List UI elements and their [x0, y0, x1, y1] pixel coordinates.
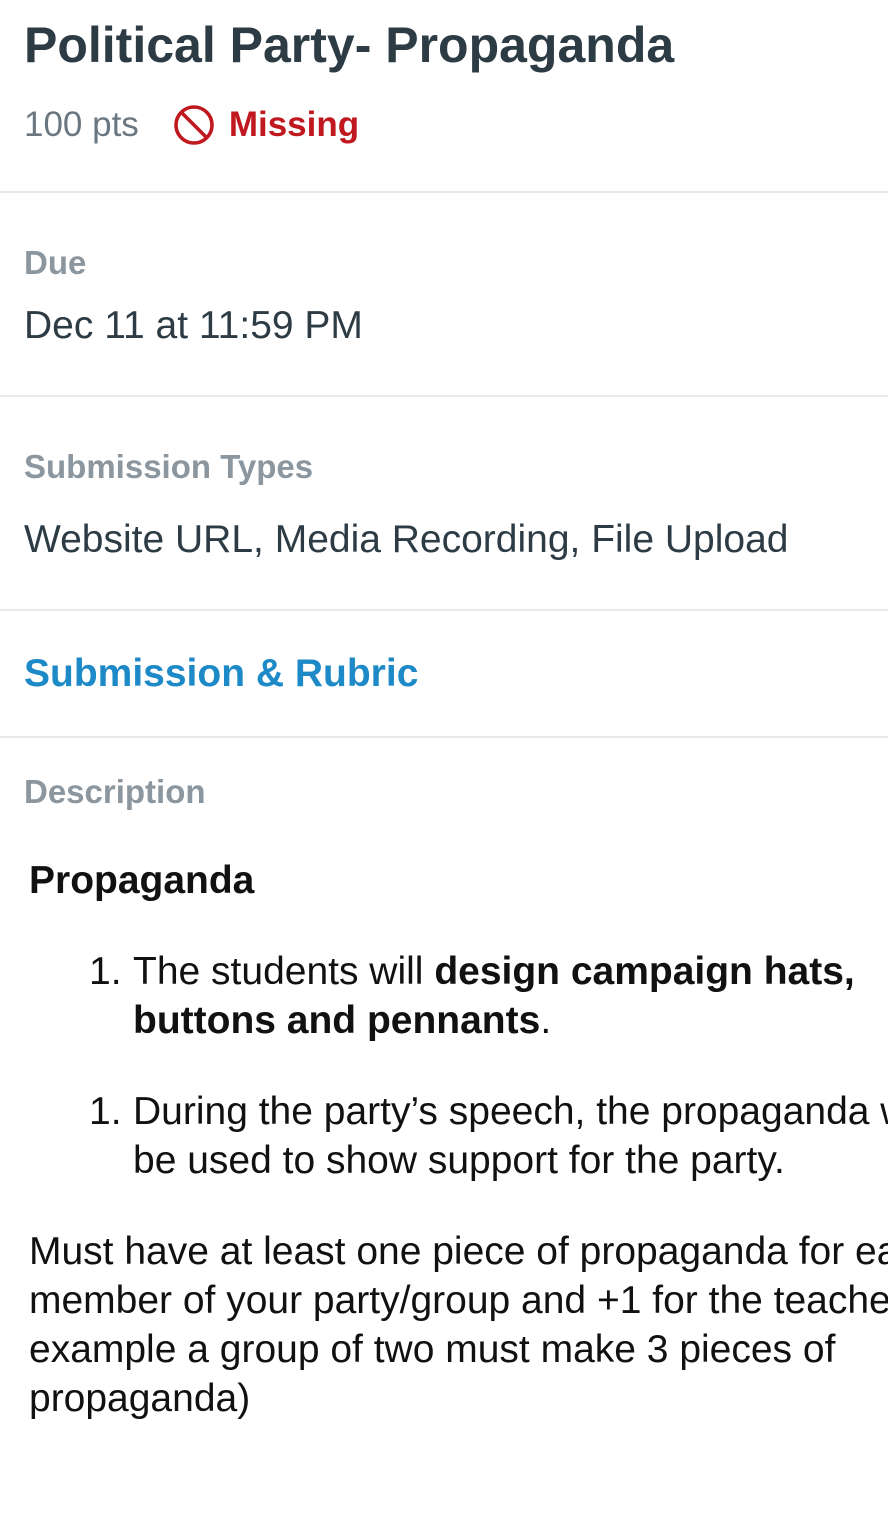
submission-types-value: Website URL, Media Recording, File Uploa… — [24, 518, 789, 561]
no-entry-icon — [174, 105, 214, 145]
description-paragraph: Must have at least one piece of propagan… — [29, 1230, 888, 1420]
assignment-header: Political Party- Propaganda 100 pts Miss… — [24, 14, 888, 145]
description-heading: Propaganda — [29, 859, 255, 902]
submission-types-label: Submission Types — [24, 448, 314, 485]
status-badge: Missing — [173, 104, 359, 146]
divider — [0, 191, 888, 193]
submission-rubric-link[interactable]: Submission & Rubric — [24, 652, 418, 696]
status-text: Missing — [228, 105, 360, 144]
list-item: 1. The students will design campaign hat… — [89, 947, 888, 1045]
list-item: 1. During the party’s speech, the propag… — [89, 1087, 888, 1185]
list-item-text: The students will design campaign hats, … — [133, 950, 855, 1042]
assignment-title: Political Party- Propaganda — [24, 17, 675, 73]
due-label: Due — [24, 244, 87, 281]
assignment-meta: 100 pts Missing — [24, 104, 359, 146]
list-item-number: 1. — [89, 1090, 122, 1133]
divider — [0, 395, 888, 397]
divider — [0, 736, 888, 738]
description-body: Propaganda 1. The students will design c… — [29, 856, 888, 1423]
points-label: 100 pts — [24, 105, 139, 144]
list-item-text: During the party’s speech, the propagand… — [133, 1090, 888, 1182]
divider — [0, 609, 888, 611]
list-item-number: 1. — [89, 950, 122, 993]
due-date-value: Dec 11 at 11:59 PM — [24, 304, 363, 347]
assignment-details-page: Political Party- Propaganda 100 pts Miss… — [0, 0, 888, 1531]
description-label: Description — [24, 773, 206, 810]
